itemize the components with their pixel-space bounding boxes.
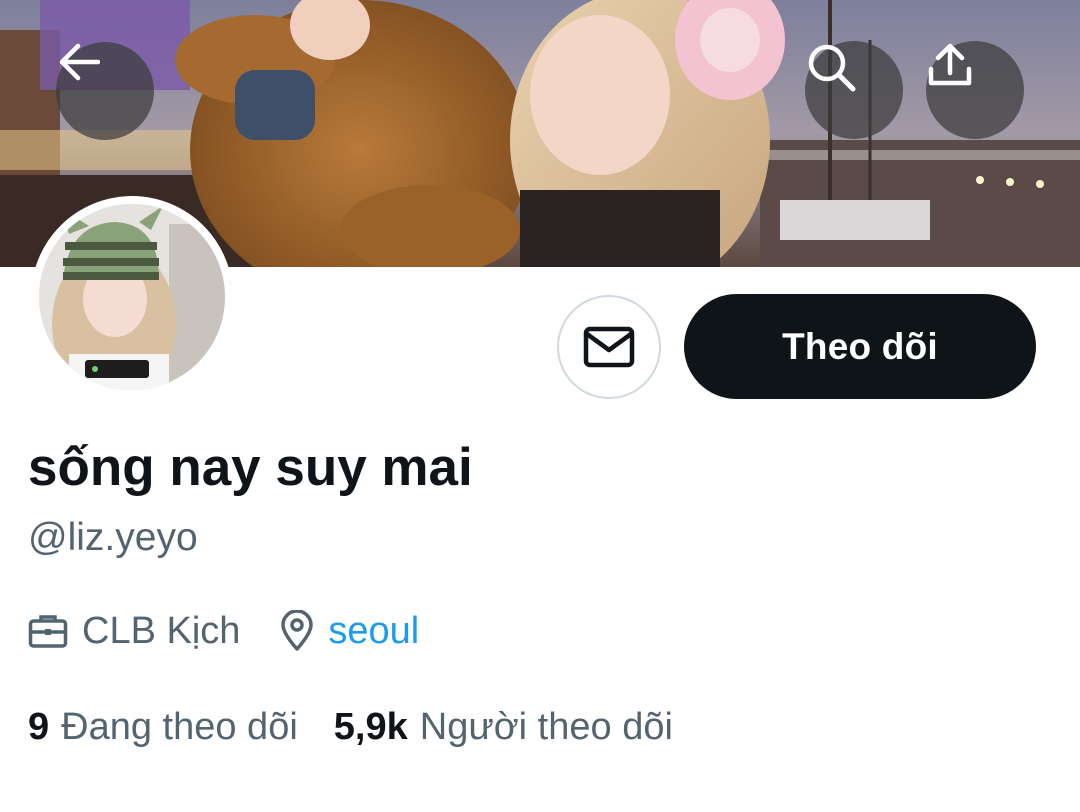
follow-stats-row: 9 Đang theo dõi 5,9k Người theo dõi <box>28 701 673 753</box>
arrow-left-icon <box>59 43 100 81</box>
location-pin-icon <box>280 610 314 652</box>
search-button[interactable] <box>805 41 903 139</box>
back-button[interactable] <box>56 42 154 140</box>
follow-button[interactable]: Theo dõi <box>684 294 1036 399</box>
username-handle: @liz.yeyo <box>28 516 198 559</box>
followers-stat[interactable]: 5,9k Người theo dõi <box>334 706 673 749</box>
following-label: Đang theo dõi <box>61 705 298 748</box>
following-count: 9 <box>28 705 50 748</box>
share-button[interactable] <box>926 41 1024 139</box>
job-label: CLB Kịch <box>82 609 241 652</box>
followers-count: 5,9k <box>333 705 408 748</box>
display-name: sống nay suy mai <box>28 438 473 497</box>
avatar-illustration <box>39 204 225 390</box>
envelope-icon <box>583 326 635 368</box>
profile-avatar[interactable] <box>31 196 233 398</box>
briefcase-icon <box>28 613 68 649</box>
job-item: CLB Kịch <box>28 610 240 653</box>
profile-meta-row: CLB Kịch seoul <box>28 605 419 657</box>
location-link[interactable]: seoul <box>328 610 419 653</box>
share-upload-icon <box>928 43 972 86</box>
following-stat[interactable]: 9 Đang theo dõi <box>28 706 298 749</box>
profile-page: Theo dõi sống nay suy mai @liz.yeyo CLB … <box>0 0 1080 812</box>
avatar-image <box>39 204 225 390</box>
message-button[interactable] <box>557 295 661 399</box>
followers-label: Người theo dõi <box>419 705 673 748</box>
location-item[interactable]: seoul <box>280 610 419 653</box>
search-icon <box>808 44 856 92</box>
